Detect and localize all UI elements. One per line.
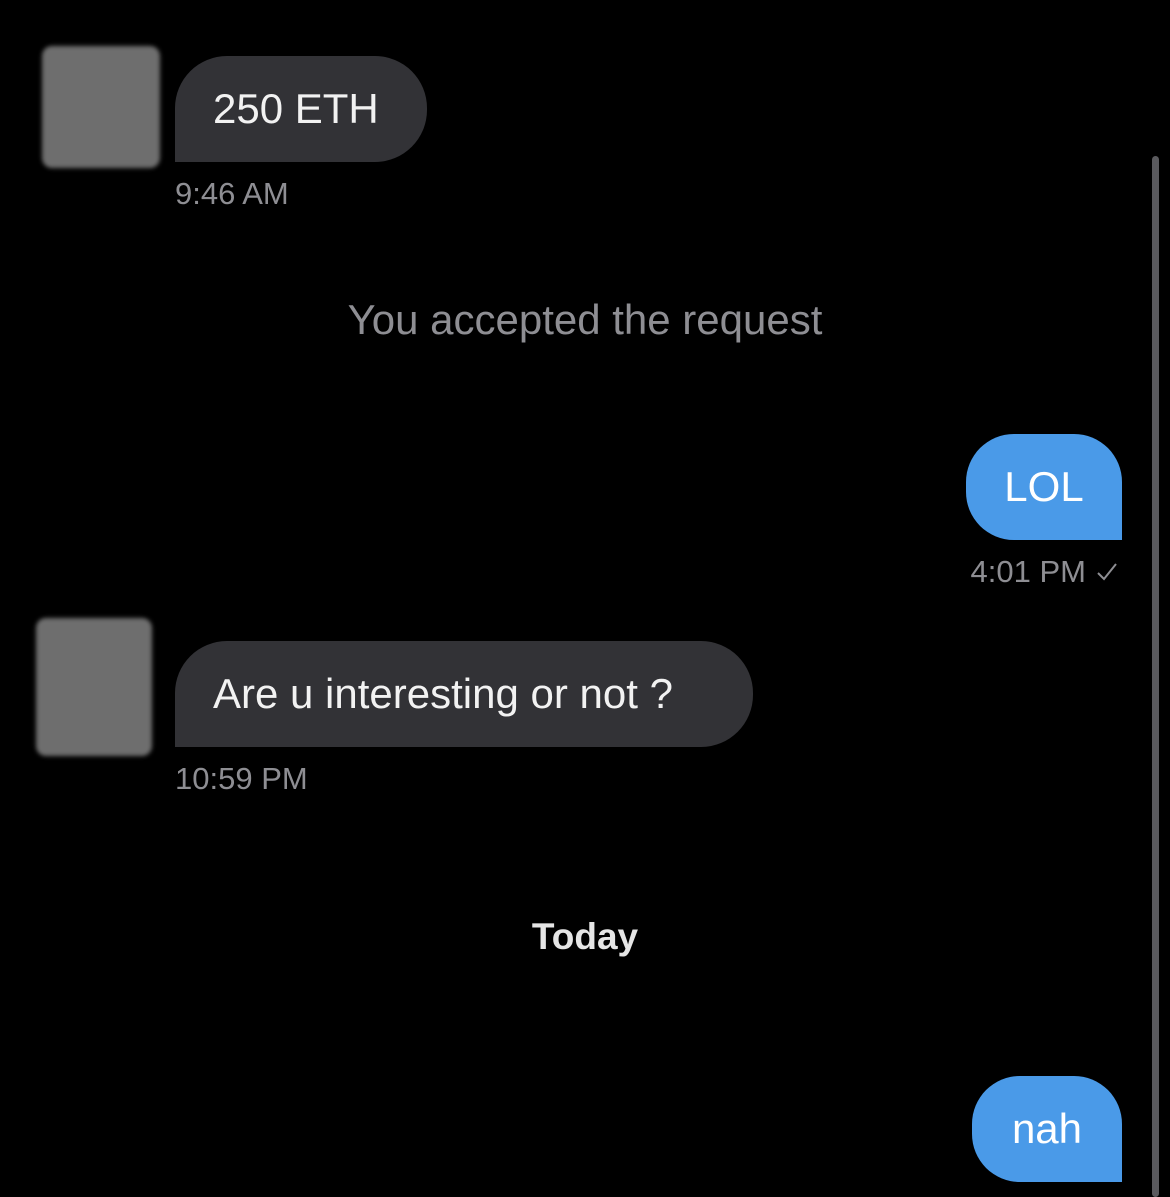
message-timestamp: 9:46 AM	[175, 176, 289, 211]
check-icon	[1096, 561, 1118, 583]
message-text: LOL	[1004, 463, 1084, 510]
avatar[interactable]	[42, 46, 160, 168]
message-timestamp: 4:01 PM	[970, 554, 1086, 589]
avatar[interactable]	[36, 618, 152, 756]
day-divider: Today	[531, 916, 639, 957]
scrollbar[interactable]	[1152, 156, 1159, 1197]
message-text: Are u interesting or not ?	[213, 670, 673, 717]
message-text: 250 ETH	[213, 85, 379, 132]
message-bubble-incoming[interactable]: 250 ETH	[175, 56, 427, 162]
message-bubble-incoming[interactable]: Are u interesting or not ?	[175, 641, 753, 747]
message-meta: 4:01 PM	[971, 554, 1118, 590]
message-bubble-outgoing[interactable]: LOL	[966, 434, 1122, 540]
system-message: You accepted the request	[347, 296, 823, 343]
message-bubble-outgoing[interactable]: nah	[972, 1076, 1122, 1182]
message-timestamp: 10:59 PM	[175, 761, 308, 796]
message-text: nah	[1011, 1105, 1083, 1152]
